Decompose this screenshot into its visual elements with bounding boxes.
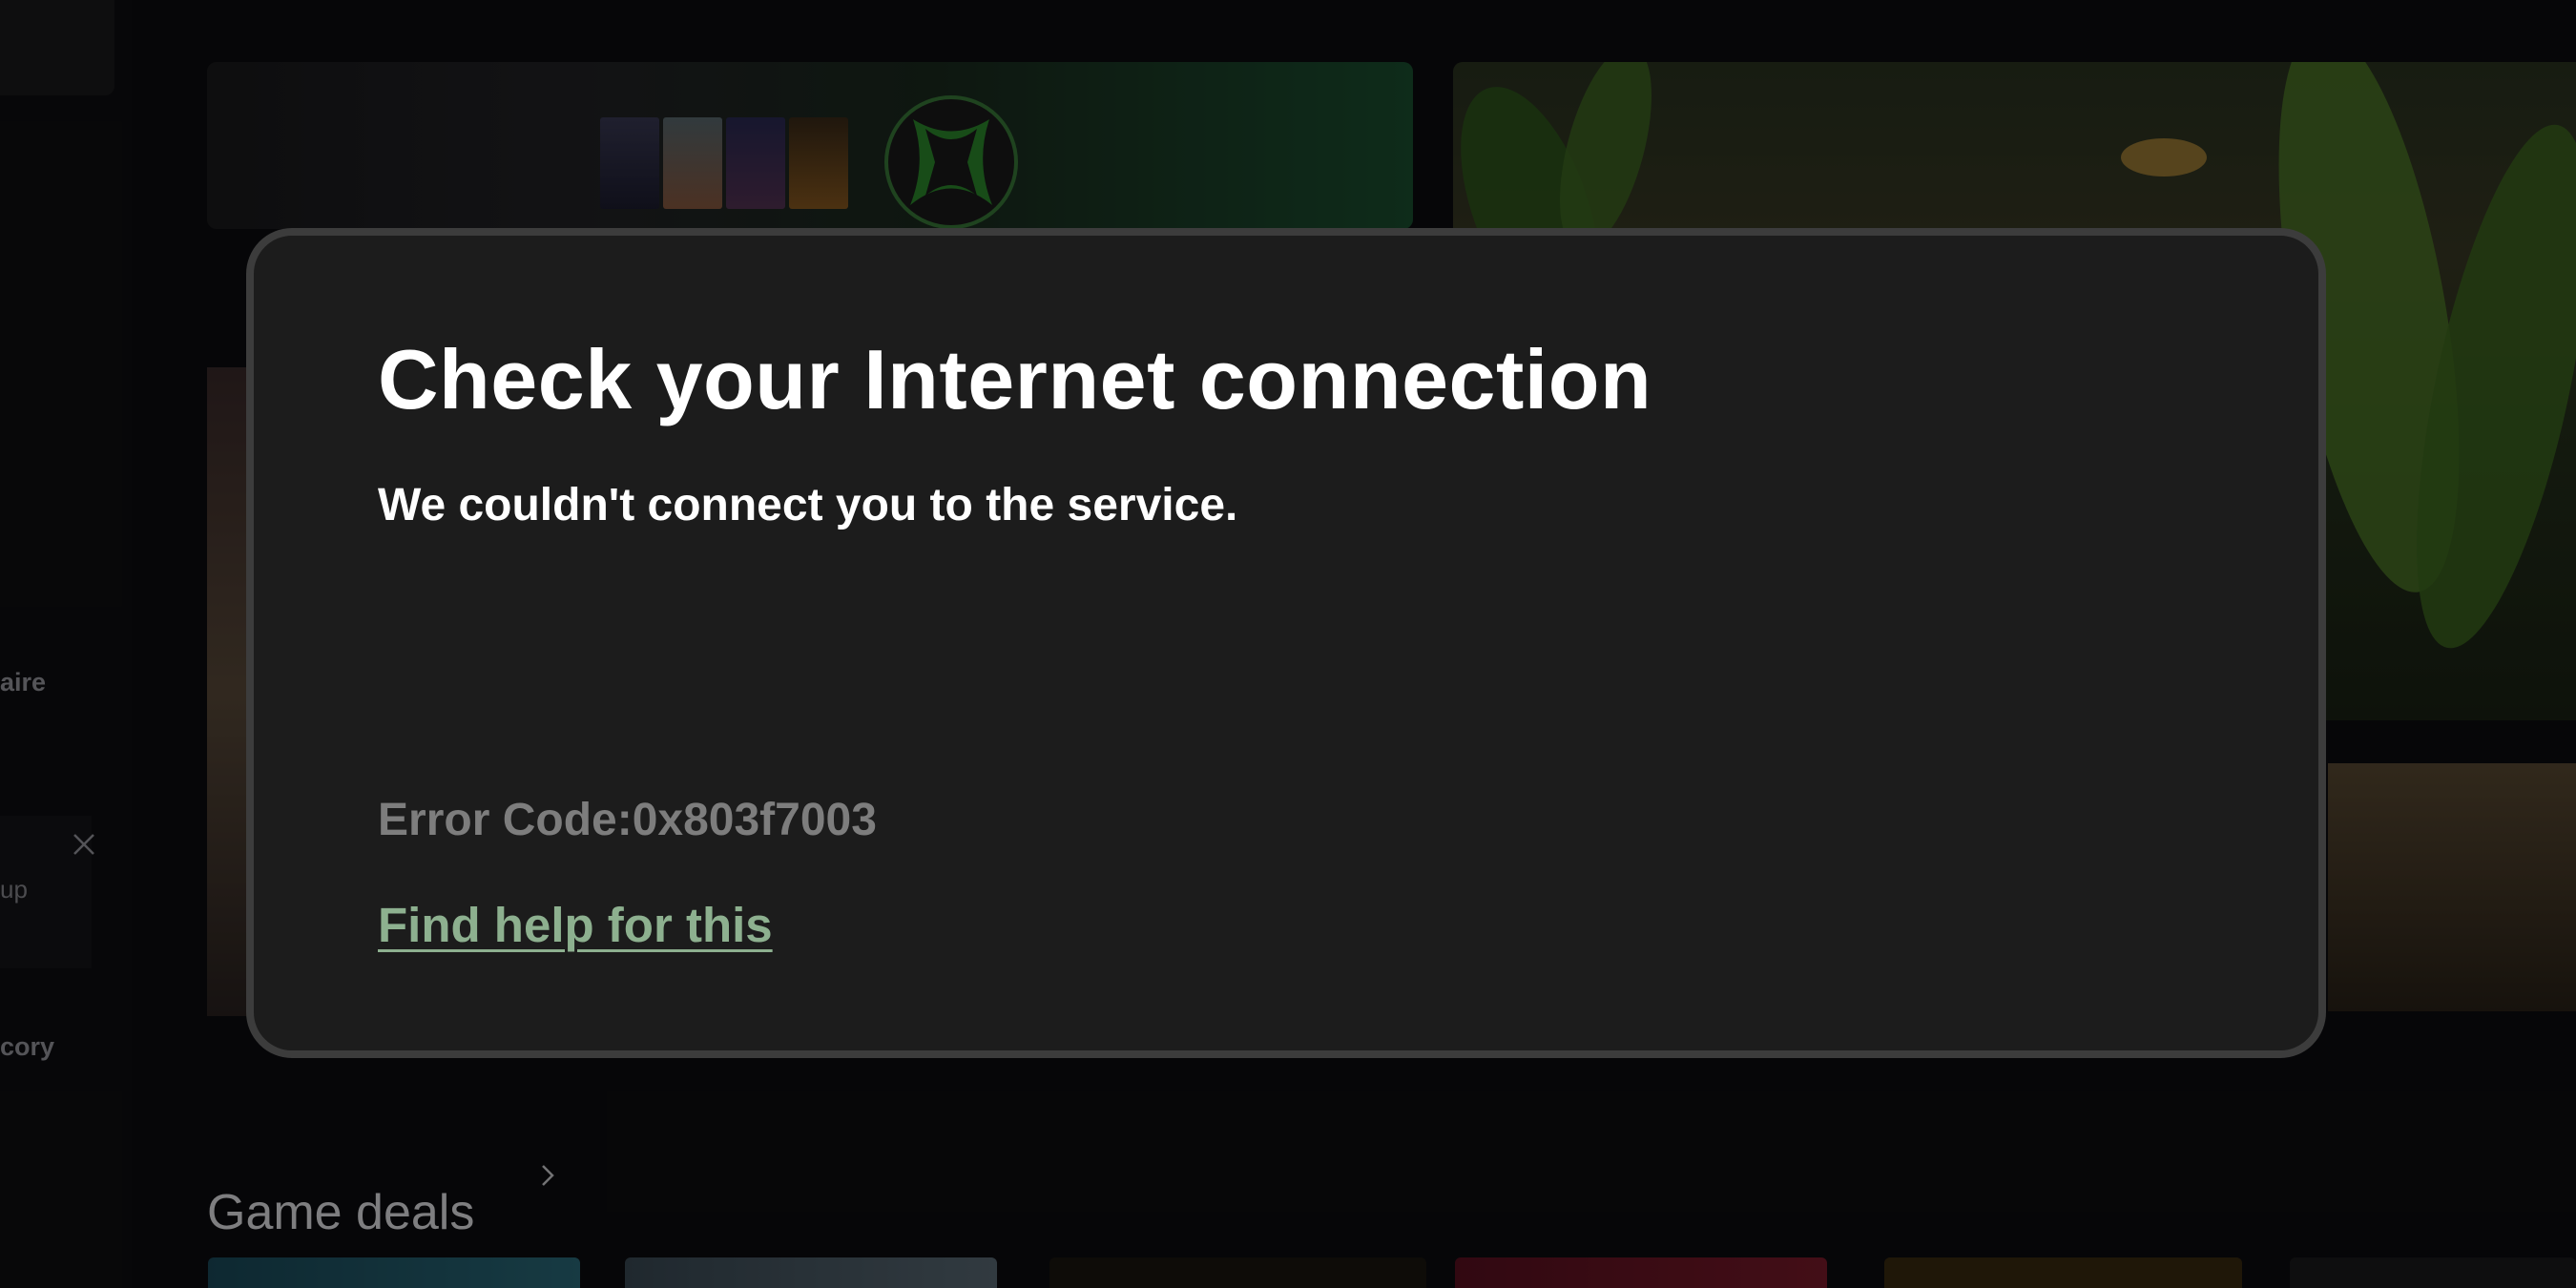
- store-screen: aire up cory Game deals Check your Inter…: [0, 0, 2576, 1288]
- error-dialog: Check your Internet connection We couldn…: [246, 228, 2326, 1058]
- dialog-title: Check your Internet connection: [378, 332, 1652, 426]
- error-code: Error Code:0x803f7003: [378, 795, 877, 845]
- dialog-message: We couldn't connect you to the service.: [378, 480, 1238, 530]
- find-help-link[interactable]: Find help for this: [378, 897, 773, 953]
